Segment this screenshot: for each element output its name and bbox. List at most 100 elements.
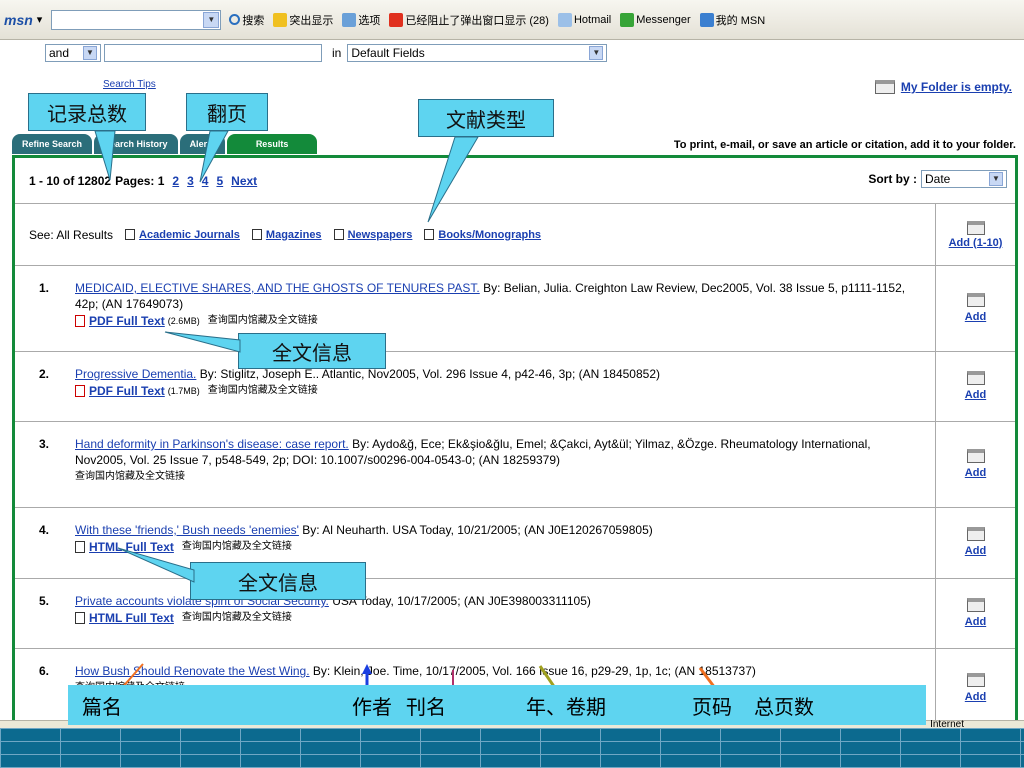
search-term-input[interactable] bbox=[104, 44, 322, 62]
field-legend-band: 篇名 作者 刊名 年、卷期 页码 总页数 bbox=[68, 685, 926, 725]
tab-alerts[interactable]: Alerts bbox=[179, 134, 226, 154]
page-link-2[interactable]: 2 bbox=[172, 174, 179, 188]
record-meta: By: Stiglitz, Joseph E.. Atlantic, Nov20… bbox=[196, 367, 661, 381]
holdings-link[interactable]: 查询国内馆藏及全文链接 bbox=[182, 539, 292, 555]
html-full-text-link[interactable]: HTML Full Text bbox=[89, 610, 174, 626]
result-record: 4. With these 'friends,' Bush needs 'ene… bbox=[15, 508, 1015, 579]
my-folder-link[interactable]: My Folder is empty. bbox=[901, 80, 1012, 94]
folder-icon bbox=[966, 597, 985, 612]
result-record: 2. Progressive Dementia. By: Stiglitz, J… bbox=[15, 352, 1015, 422]
sort-select[interactable]: Date ▼ bbox=[921, 170, 1007, 188]
page-link-4[interactable]: 4 bbox=[202, 174, 209, 188]
record-title-link[interactable]: MEDICAID, ELECTIVE SHARES, AND THE GHOST… bbox=[75, 281, 480, 295]
messenger-button[interactable]: Messenger bbox=[620, 12, 691, 27]
book-icon bbox=[424, 229, 435, 240]
my-folder[interactable]: My Folder is empty. bbox=[874, 80, 1012, 94]
page-link-3[interactable]: 3 bbox=[187, 174, 194, 188]
record-number: 4. bbox=[39, 523, 50, 537]
filter-bar: See: All Results Academic Journals Magaz… bbox=[15, 204, 1015, 266]
callout-paging: 翻页 bbox=[186, 93, 268, 131]
record-title-link[interactable]: How Bush Should Renovate the West Wing. bbox=[75, 664, 310, 678]
sort-label: Sort by : bbox=[868, 172, 917, 186]
folder-icon bbox=[966, 672, 985, 687]
add-all-link[interactable]: Add (1-10) bbox=[949, 237, 1003, 249]
next-page-link[interactable]: Next bbox=[231, 174, 257, 188]
toolbar-search-input[interactable]: ▼ bbox=[51, 9, 222, 30]
add-cell: Add bbox=[935, 579, 1015, 648]
result-record: 1. MEDICAID, ELECTIVE SHARES, AND THE GH… bbox=[15, 266, 1015, 352]
hotmail-label: Hotmail bbox=[573, 13, 612, 26]
pdf-full-text-link[interactable]: PDF Full Text bbox=[89, 383, 165, 399]
add-link[interactable]: Add bbox=[965, 465, 986, 481]
label-journal: 刊名 bbox=[406, 694, 446, 719]
chevron-down-icon: ▼ bbox=[989, 172, 1003, 186]
toolbar-highlight-button[interactable]: 突出显示 bbox=[273, 12, 333, 28]
holdings-link[interactable]: 查询国内馆藏及全文链接 bbox=[75, 469, 185, 485]
pdf-icon bbox=[75, 315, 85, 327]
holdings-link[interactable]: 查询国内馆藏及全文链接 bbox=[182, 610, 292, 626]
filter-magazines[interactable]: Magazines bbox=[266, 229, 322, 241]
record-links: PDF Full Text (2.6MB) 查询国内馆藏及全文链接 bbox=[75, 313, 925, 329]
filter-academic-journals[interactable]: Academic Journals bbox=[139, 229, 240, 241]
my-msn-button[interactable]: 我的 MSN bbox=[699, 12, 766, 28]
record-links: HTML Full Text 查询国内馆藏及全文链接 bbox=[75, 610, 925, 626]
folder-icon bbox=[966, 527, 985, 541]
page-link-5[interactable]: 5 bbox=[216, 174, 223, 188]
holdings-link[interactable]: 查询国内馆藏及全文链接 bbox=[208, 383, 318, 399]
field-select[interactable]: Default Fields ▼ bbox=[347, 44, 608, 62]
callout-full-text-1: 全文信息 bbox=[238, 333, 386, 369]
pdf-full-text-link[interactable]: PDF Full Text bbox=[89, 313, 165, 329]
boolean-select[interactable]: and ▼ bbox=[45, 44, 101, 62]
record-links: 查询国内馆藏及全文链接 bbox=[75, 469, 925, 485]
add-cell: Add bbox=[935, 266, 1015, 351]
messenger-label: Messenger bbox=[636, 13, 691, 26]
folder-icon bbox=[966, 448, 985, 463]
journal-icon bbox=[125, 229, 136, 240]
label-year-volume: 年、卷期 bbox=[526, 694, 606, 719]
add-link[interactable]: Add bbox=[965, 387, 986, 403]
file-size: (2.6MB) bbox=[167, 316, 200, 326]
msn-logo[interactable]: msn bbox=[4, 12, 33, 28]
pdf-icon bbox=[75, 385, 85, 397]
record-title-link[interactable]: Progressive Dementia. bbox=[75, 367, 196, 381]
html-icon bbox=[75, 541, 85, 553]
add-link[interactable]: Add bbox=[965, 543, 986, 559]
options-icon bbox=[342, 12, 357, 27]
html-full-text-link[interactable]: HTML Full Text bbox=[89, 539, 174, 555]
tab-search-history[interactable]: Search History bbox=[94, 134, 178, 154]
record-number: 1. bbox=[39, 281, 50, 295]
record-title-link[interactable]: Hand deformity in Parkinson's disease: c… bbox=[75, 437, 349, 451]
sort-by: Sort by : Date ▼ bbox=[868, 170, 1007, 188]
add-link[interactable]: Add bbox=[965, 309, 986, 325]
chevron-down-icon[interactable]: ▼ bbox=[203, 11, 220, 28]
add-link[interactable]: Add bbox=[965, 614, 986, 630]
add-cell: Add bbox=[935, 352, 1015, 421]
record-title-link[interactable]: With these 'friends,' Bush needs 'enemie… bbox=[75, 523, 299, 537]
popup-blocker-button[interactable]: 已经阻止了弹出窗口显示 (28) bbox=[389, 12, 549, 28]
tab-refine-search[interactable]: Refine Search bbox=[12, 134, 93, 154]
holdings-link[interactable]: 查询国内馆藏及全文链接 bbox=[208, 313, 318, 329]
add-cell: Add bbox=[935, 649, 1015, 720]
filter-books-monographs[interactable]: Books/Monographs bbox=[438, 229, 541, 241]
filter-newspapers[interactable]: Newspapers bbox=[348, 229, 413, 241]
toolbar-search-button[interactable]: 搜索 bbox=[229, 12, 264, 28]
folder-icon bbox=[874, 80, 895, 94]
toolbar-options-label: 选项 bbox=[358, 14, 381, 27]
results-panel: 1 - 10 of 12802 Pages: 1 2 3 4 5 Next So… bbox=[12, 155, 1018, 720]
add-link[interactable]: Add bbox=[965, 689, 986, 705]
boolean-value: and bbox=[49, 46, 70, 60]
search-tips-link[interactable]: Search Tips bbox=[103, 79, 156, 90]
tab-results[interactable]: Results bbox=[227, 134, 318, 154]
label-author: 作者 bbox=[352, 694, 392, 719]
magazine-icon bbox=[251, 229, 262, 240]
msn-menu-dropdown-icon[interactable]: ▾ bbox=[37, 13, 43, 26]
add-cell: Add bbox=[935, 508, 1015, 578]
folder-icon bbox=[966, 292, 985, 307]
hotmail-button[interactable]: Hotmail bbox=[557, 12, 612, 27]
toolbar-options-button[interactable]: 选项 bbox=[342, 12, 380, 28]
my-msn-label: 我的 MSN bbox=[715, 14, 766, 27]
label-title: 篇名 bbox=[82, 694, 122, 719]
add-all-cell: Add (1-10) bbox=[935, 204, 1015, 265]
record-number: 2. bbox=[39, 367, 50, 381]
record-links: PDF Full Text (1.7MB) 查询国内馆藏及全文链接 bbox=[75, 383, 925, 399]
